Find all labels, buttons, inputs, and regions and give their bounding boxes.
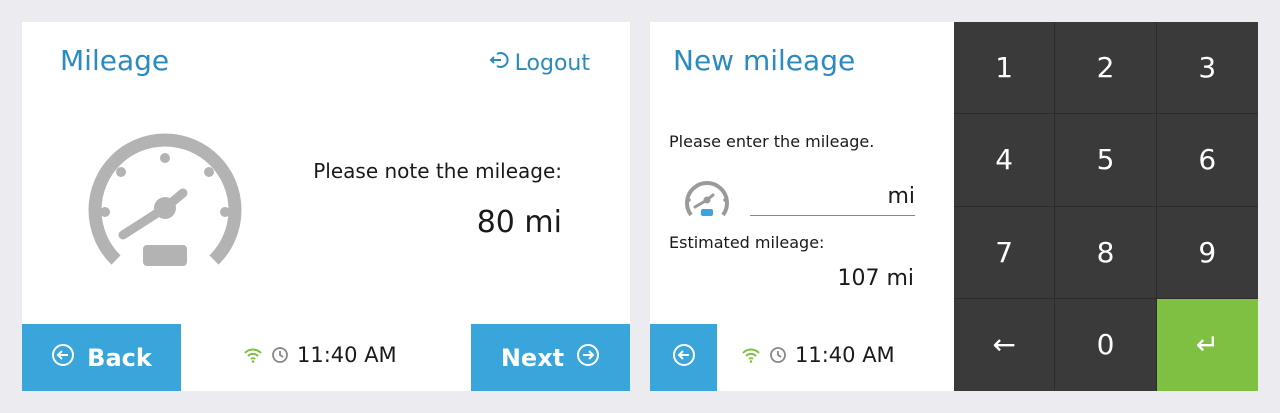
next-button[interactable]: Next [471, 324, 630, 391]
logout-icon [489, 50, 509, 76]
back-button[interactable] [650, 324, 717, 391]
key-8[interactable]: 8 [1055, 206, 1157, 299]
page-title: Mileage [60, 44, 170, 77]
status-bar: 11:40 AM [243, 343, 397, 367]
clock-icon [769, 346, 787, 364]
speedometer-icon [683, 175, 731, 224]
key-9[interactable]: 9 [1156, 207, 1258, 299]
enter-key[interactable]: ↵ [1156, 298, 1258, 391]
status-time: 11:40 AM [297, 343, 397, 367]
key-5[interactable]: 5 [1055, 114, 1157, 207]
back-arrow-icon [672, 343, 696, 373]
logout-button[interactable]: Logout [489, 50, 590, 76]
key-3[interactable]: 3 [1156, 22, 1258, 115]
wifi-icon [741, 347, 761, 363]
mileage-screen: Mileage Logout Please note the mileage: … [22, 22, 630, 391]
back-label: Back [87, 343, 152, 372]
back-button[interactable]: Back [22, 324, 181, 391]
page-title: New mileage [673, 44, 856, 77]
mileage-instruction: Please note the mileage: [313, 159, 562, 183]
status-time: 11:40 AM [795, 343, 895, 367]
mileage-value: 80 mi [476, 205, 562, 240]
new-mileage-screen: New mileage Please enter the mileage. mi… [650, 22, 1258, 391]
wifi-icon [243, 347, 263, 363]
key-7[interactable]: 7 [954, 206, 1056, 299]
mileage-prompt: Please enter the mileage. [669, 132, 875, 151]
mileage-input[interactable]: mi [750, 177, 915, 216]
key-0[interactable]: 0 [1055, 298, 1157, 391]
key-1[interactable]: 1 [954, 22, 1056, 115]
backspace-key[interactable]: ← [954, 298, 1056, 391]
key-4[interactable]: 4 [954, 114, 1056, 207]
estimated-label: Estimated mileage: [669, 233, 825, 252]
numeric-keypad: 1 2 3 4 5 6 7 8 9 ← 0 ↵ [954, 22, 1258, 391]
clock-icon [271, 346, 289, 364]
status-bar: 11:40 AM [741, 343, 895, 367]
next-arrow-icon [576, 343, 600, 373]
estimated-value: 107 mi [837, 266, 914, 291]
key-6[interactable]: 6 [1156, 114, 1258, 207]
next-label: Next [500, 343, 565, 372]
logout-label: Logout [514, 50, 590, 76]
back-arrow-icon [51, 343, 75, 373]
speedometer-icon [87, 130, 243, 275]
mileage-unit: mi [887, 183, 915, 209]
key-2[interactable]: 2 [1055, 22, 1157, 115]
